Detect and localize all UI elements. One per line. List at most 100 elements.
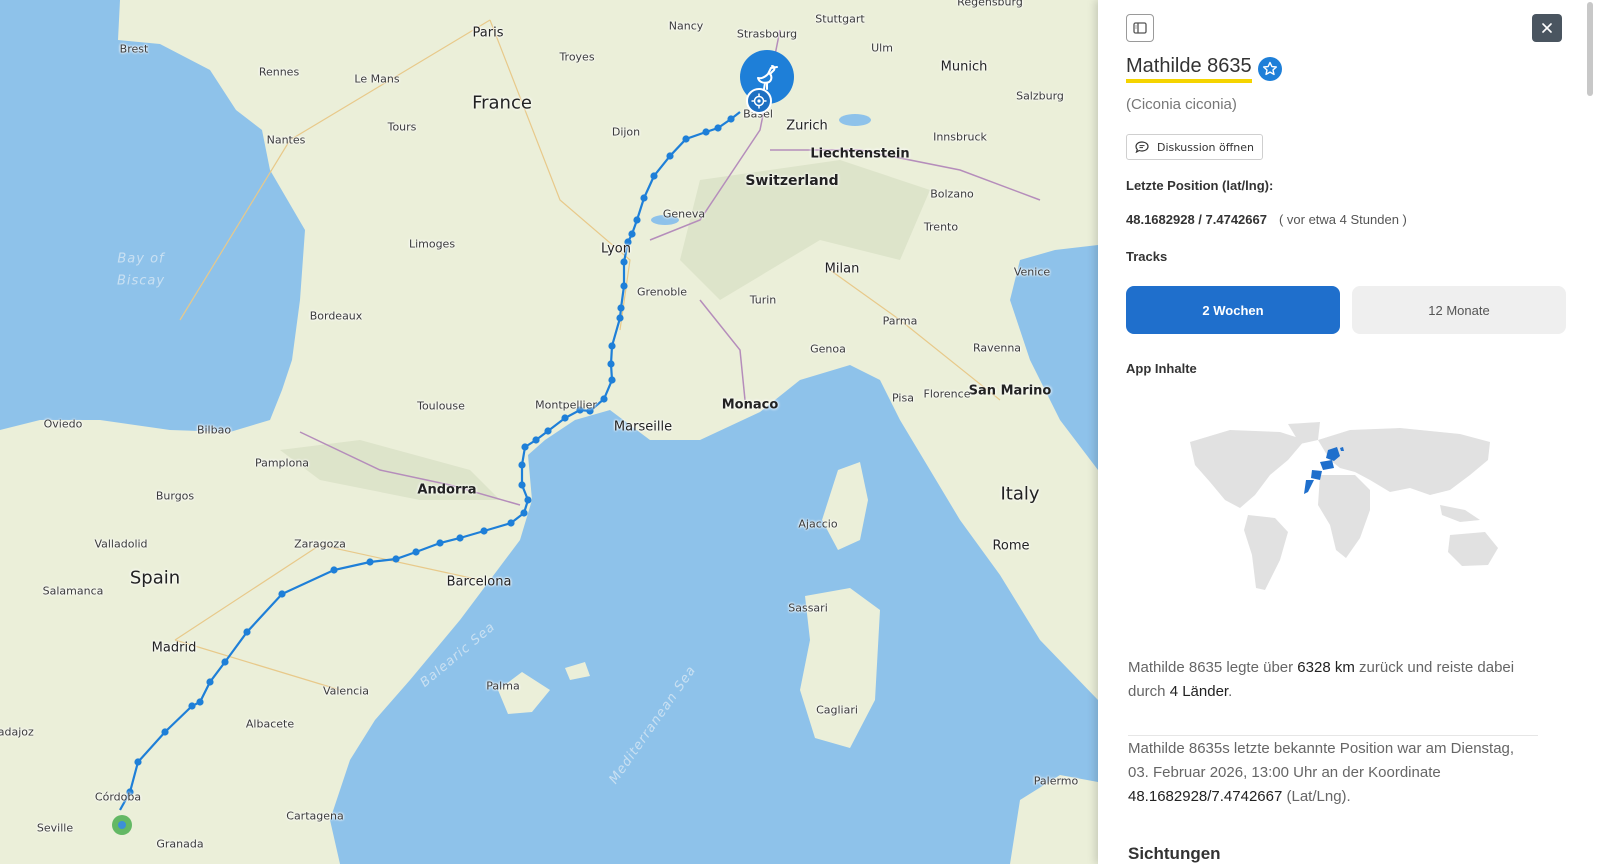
track-point[interactable] xyxy=(620,282,628,290)
city-label-strasbourg: Strasbourg xyxy=(736,27,798,41)
city-label-barcelona: Barcelona xyxy=(446,574,512,590)
track-point[interactable] xyxy=(617,304,625,312)
city-label-montpellier: Montpellier xyxy=(535,398,597,412)
track-point[interactable] xyxy=(544,427,552,435)
city-label-cagliari: Cagliari xyxy=(816,703,858,717)
track-point[interactable] xyxy=(714,124,722,132)
track-point[interactable] xyxy=(608,342,616,350)
summary-coordinates: 48.1682928/7.4742667 xyxy=(1128,788,1283,805)
track-point[interactable] xyxy=(456,534,464,542)
track-point[interactable] xyxy=(392,555,400,563)
city-label-pamplona: Pamplona xyxy=(254,456,310,470)
track-point[interactable] xyxy=(650,172,658,180)
track-point[interactable] xyxy=(507,519,515,527)
track-point[interactable] xyxy=(682,135,690,143)
country-label-san-marino: San Marino xyxy=(968,383,1052,399)
close-icon xyxy=(1542,23,1552,33)
track-point[interactable] xyxy=(412,548,420,556)
city-label-ajaccio: Ajaccio xyxy=(798,517,838,531)
track-point[interactable] xyxy=(330,566,338,574)
track-point[interactable] xyxy=(561,414,569,422)
last-position-label: Letzte Position (lat/lng): xyxy=(1126,178,1274,193)
city-label-sassari: Sassari xyxy=(788,601,828,615)
locate-button[interactable] xyxy=(746,88,772,114)
city-label-valencia: Valencia xyxy=(322,684,370,698)
animal-name: Mathilde 8635 xyxy=(1126,54,1252,83)
track-point[interactable] xyxy=(666,152,674,160)
city-label-valladolid: Valladolid xyxy=(94,537,148,551)
summary-text: (Lat/Lng). xyxy=(1282,788,1351,805)
city-label-venice: Venice xyxy=(1013,265,1051,279)
sea-label-bay-of-biscay-1: Bay of xyxy=(117,251,165,267)
track-point[interactable] xyxy=(600,395,608,403)
city-label-ravenna: Ravenna xyxy=(972,341,1022,355)
city-label-grenoble: Grenoble xyxy=(636,285,688,299)
track-point[interactable] xyxy=(521,443,529,451)
city-label-badajoz: Badajoz xyxy=(0,725,34,739)
track-point[interactable] xyxy=(196,698,204,706)
map-view[interactable]: France Switzerland Liechtenstein Spain I… xyxy=(0,0,1098,864)
track-point[interactable] xyxy=(520,509,528,517)
coordinates-value: 48.1682928 / 7.4742667 xyxy=(1126,212,1267,227)
detail-panel: Mathilde 8635 (Ciconia ciconia) Diskussi… xyxy=(1098,0,1597,864)
track-point[interactable] xyxy=(518,461,526,469)
track-point[interactable] xyxy=(628,230,636,238)
track-point[interactable] xyxy=(524,496,532,504)
track-point[interactable] xyxy=(620,258,628,266)
city-label-marseille: Marseille xyxy=(613,419,673,435)
country-label-switzerland: Switzerland xyxy=(745,173,839,189)
city-label-genoa: Genoa xyxy=(810,342,846,356)
species-name: (Ciconia ciconia) xyxy=(1126,96,1237,113)
city-label-tours: Tours xyxy=(387,120,417,134)
track-point[interactable] xyxy=(243,628,251,636)
city-label-palermo: Palermo xyxy=(1033,774,1079,788)
scrollbar[interactable] xyxy=(1587,2,1593,96)
track-point[interactable] xyxy=(608,376,616,384)
tab-12-months[interactable]: 12 Monate xyxy=(1352,286,1566,334)
summary-text: Mathilde 8635s letzte bekannte Position … xyxy=(1128,740,1515,781)
city-label-zaragoza: Zaragoza xyxy=(294,537,346,551)
city-label-oviedo: Oviedo xyxy=(43,417,83,431)
track-point[interactable] xyxy=(206,678,214,686)
sidebar-toggle-icon xyxy=(1133,22,1147,34)
track-point[interactable] xyxy=(518,481,526,489)
track-point[interactable] xyxy=(366,558,374,566)
track-point[interactable] xyxy=(134,758,142,766)
city-label-nancy: Nancy xyxy=(668,19,704,33)
city-label-florence: Florence xyxy=(923,387,971,401)
country-label-andorra: Andorra xyxy=(417,482,477,498)
track-point[interactable] xyxy=(607,360,615,368)
track-point[interactable] xyxy=(633,216,641,224)
summary-text: . xyxy=(1228,683,1233,700)
track-point[interactable] xyxy=(616,314,624,322)
track-point[interactable] xyxy=(221,658,229,666)
city-label-albacete: Albacete xyxy=(245,717,295,731)
star-badge-icon xyxy=(1257,56,1282,81)
city-label-pisa: Pisa xyxy=(892,391,914,405)
track-point[interactable] xyxy=(480,527,488,535)
track-point[interactable] xyxy=(436,539,444,547)
world-minimap xyxy=(1190,422,1498,590)
start-marker[interactable] xyxy=(112,815,132,835)
country-label-france: France xyxy=(472,92,532,114)
city-label-paris: Paris xyxy=(472,25,504,41)
open-discussion-button[interactable]: Diskussion öffnen xyxy=(1126,134,1263,160)
city-label-milan: Milan xyxy=(824,261,860,277)
sea-label-bay-of-biscay-2: Biscay xyxy=(116,273,166,289)
sidebar-toggle-button[interactable] xyxy=(1126,14,1154,42)
tracks-label: Tracks xyxy=(1126,249,1168,264)
tab-2-weeks[interactable]: 2 Wochen xyxy=(1126,286,1340,334)
track-point[interactable] xyxy=(702,128,710,136)
track-point[interactable] xyxy=(278,590,286,598)
crosshair-icon xyxy=(751,93,767,109)
track-point[interactable] xyxy=(640,194,648,202)
track-point[interactable] xyxy=(532,436,540,444)
track-point[interactable] xyxy=(727,115,735,123)
close-button[interactable] xyxy=(1532,14,1562,42)
track-point[interactable] xyxy=(188,702,196,710)
track-point[interactable] xyxy=(161,728,169,736)
city-label-ulm: Ulm xyxy=(871,41,893,55)
city-label-lyon: Lyon xyxy=(601,241,631,257)
last-position-summary: Mathilde 8635s letzte bekannte Position … xyxy=(1128,737,1528,809)
divider xyxy=(1128,735,1538,736)
